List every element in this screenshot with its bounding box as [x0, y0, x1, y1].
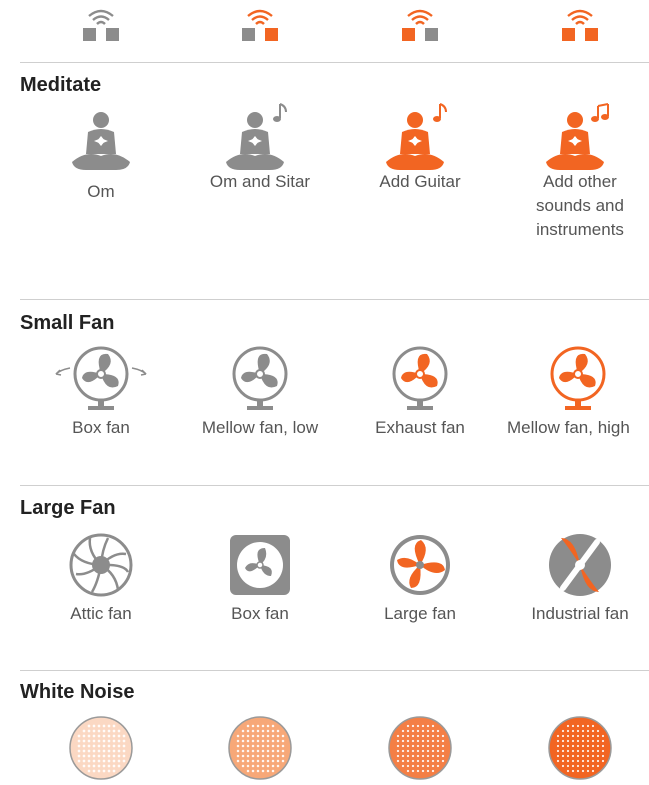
large-fan-option-label: Attic fan: [70, 604, 132, 623]
wifi-speaker-pair-icon: [562, 9, 598, 41]
speaker-mode-option-3[interactable]: [339, 4, 501, 44]
small-fan-option-label: Exhaust fan: [375, 418, 465, 437]
white-noise-option-2[interactable]: [179, 715, 341, 781]
section-divider: [20, 485, 649, 486]
large-fan-icon: [390, 535, 450, 595]
attic-fan-icon: [69, 533, 133, 597]
meditation-note-icon: [226, 103, 287, 170]
desk-fan-icon: [392, 346, 448, 410]
small-fan-option-box[interactable]: Box fan: [20, 342, 182, 440]
meditate-option-add-guitar[interactable]: Add Guitar: [339, 100, 501, 194]
white-noise-option-4[interactable]: [499, 715, 649, 781]
speaker-mode-option-1[interactable]: [20, 4, 182, 44]
meditate-option-label: Om: [87, 182, 115, 201]
large-fan-option-large[interactable]: Large fan: [339, 532, 501, 626]
small-fan-option-exhaust[interactable]: Exhaust fan: [339, 342, 501, 440]
section-title-large-fan: Large Fan: [20, 497, 116, 519]
white-noise-dots-icon: [69, 716, 133, 780]
meditate-option-label: Om and Sitar: [209, 172, 311, 191]
large-fan-option-box[interactable]: Box fan: [179, 532, 341, 626]
section-title-white-noise: White Noise: [20, 681, 135, 703]
small-fan-option-label: Mellow fan, low: [201, 418, 319, 437]
large-fan-option-attic[interactable]: Attic fan: [20, 532, 182, 626]
section-divider: [20, 299, 649, 300]
white-noise-option-3[interactable]: [339, 715, 501, 781]
section-divider: [20, 670, 649, 671]
large-fan-option-industrial[interactable]: Industrial fan: [499, 532, 649, 626]
meditate-option-label: Add Guitar: [379, 172, 461, 191]
white-noise-dots-icon: [228, 716, 292, 780]
meditate-option-om[interactable]: Om: [20, 110, 182, 204]
small-fan-option-label: Mellow fan, high: [507, 418, 630, 437]
section-title-meditate: Meditate: [20, 74, 102, 96]
white-noise-option-1[interactable]: [20, 715, 182, 781]
desk-fan-icon: [232, 346, 288, 410]
white-noise-dots-icon: [548, 716, 612, 780]
meditate-option-label: Add other sounds and instruments: [536, 172, 624, 239]
wifi-speaker-pair-icon: [402, 9, 438, 41]
wifi-speaker-pair-icon: [242, 9, 278, 41]
meditation-double-note-icon: [546, 103, 609, 170]
meditate-option-om-sitar[interactable]: Om and Sitar: [179, 100, 341, 194]
meditation-icon: [72, 112, 130, 170]
large-fan-option-label: Large fan: [384, 604, 456, 623]
speaker-mode-option-4[interactable]: [499, 4, 649, 44]
large-fan-option-label: Industrial fan: [531, 604, 629, 623]
section-title-small-fan: Small Fan: [20, 312, 115, 334]
small-fan-option-mellow-high[interactable]: Mellow fan, high: [499, 342, 649, 440]
speaker-mode-option-2[interactable]: [179, 4, 341, 44]
industrial-fan-icon: [549, 534, 611, 596]
meditation-note-icon: [386, 103, 447, 170]
box-fan-icon: [230, 535, 290, 595]
desk-fan-icon: [550, 346, 606, 410]
section-divider: [20, 62, 649, 63]
meditate-option-add-other[interactable]: Add other sounds and instruments: [499, 100, 649, 242]
wifi-speaker-pair-icon: [83, 9, 119, 41]
small-fan-option-mellow-low[interactable]: Mellow fan, low: [179, 342, 341, 440]
white-noise-dots-icon: [388, 716, 452, 780]
large-fan-option-label: Box fan: [231, 604, 289, 623]
small-fan-option-label: Box fan: [72, 418, 130, 437]
oscillating-fan-icon: [55, 346, 147, 410]
